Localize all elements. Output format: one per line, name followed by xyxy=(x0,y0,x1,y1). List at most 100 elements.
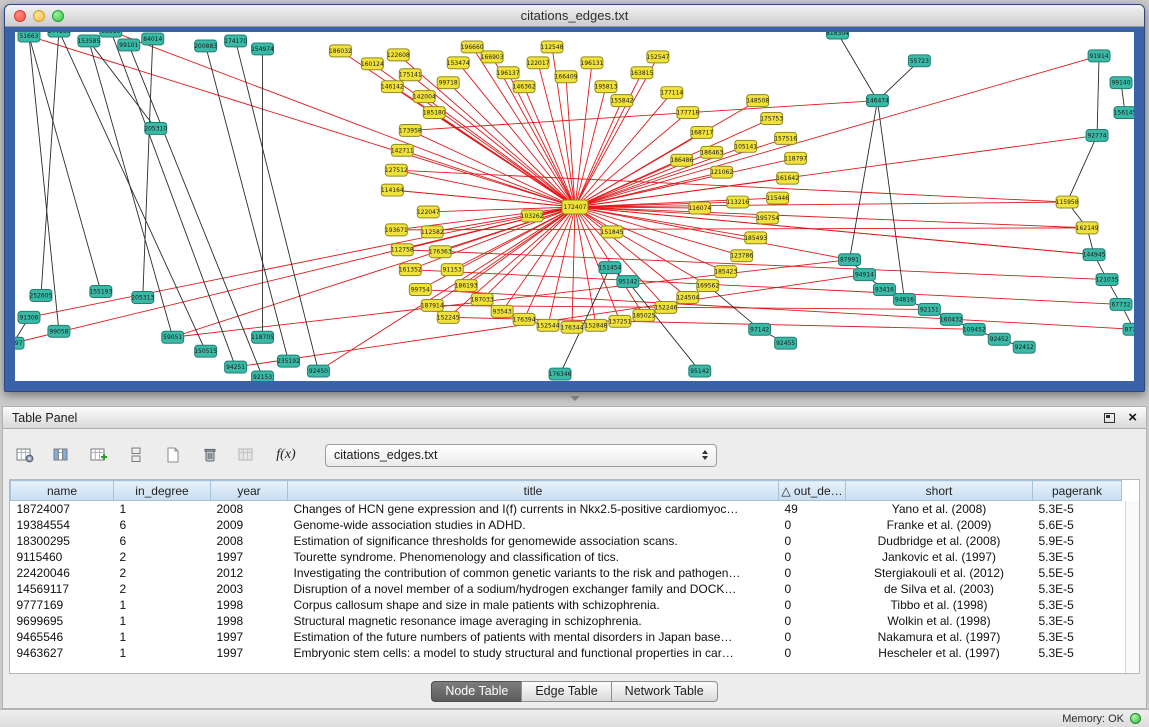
table-cell[interactable]: 5.9E-5 xyxy=(1033,533,1122,549)
graph-edge[interactable] xyxy=(575,56,1099,207)
table-cell[interactable]: 6 xyxy=(114,517,211,533)
graph-node[interactable]: 166409 xyxy=(555,71,578,83)
table-cell[interactable]: 1998 xyxy=(211,613,288,629)
graph-edge[interactable] xyxy=(575,101,758,207)
table-cell[interactable]: Estimation of the future numbers of pati… xyxy=(288,629,779,645)
graph-edge[interactable] xyxy=(548,207,575,325)
graph-node[interactable]: 156145 xyxy=(1114,107,1134,119)
new-table-icon[interactable] xyxy=(159,441,187,469)
table-cell[interactable]: 9777169 xyxy=(11,597,114,613)
table-cell[interactable]: 2 xyxy=(114,565,211,581)
graph-node[interactable]: 152848 xyxy=(585,319,608,331)
network-canvas[interactable]: 1724071860321601241226081751411461421420… xyxy=(15,32,1134,381)
graph-node[interactable]: 148508 xyxy=(746,95,769,107)
table-cell[interactable]: 49 xyxy=(779,501,846,518)
graph-edge[interactable] xyxy=(575,207,708,286)
graph-edge[interactable] xyxy=(575,207,1087,228)
graph-edge[interactable] xyxy=(143,39,153,298)
graph-node[interactable]: 187914 xyxy=(421,299,444,311)
graph-node[interactable]: 196137 xyxy=(497,67,520,79)
graph-edge[interactable] xyxy=(566,77,575,207)
window-titlebar[interactable]: citations_edges.txt xyxy=(5,5,1144,27)
graph-edge[interactable] xyxy=(129,45,263,377)
table-cell[interactable]: Disruption of a novel member of a sodium… xyxy=(288,581,779,597)
table-cell[interactable]: 9463627 xyxy=(11,645,114,661)
graph-node[interactable]: 185180 xyxy=(423,107,446,119)
graph-node[interactable]: 92153 xyxy=(252,371,274,381)
graph-node[interactable]: 94816 xyxy=(893,294,915,306)
table-row[interactable]: 969969511998Structural magnetic resonanc… xyxy=(11,613,1122,629)
graph-edge[interactable] xyxy=(572,207,575,327)
graph-node[interactable]: 166903 xyxy=(481,51,504,63)
graph-node[interactable]: 95142 xyxy=(689,365,711,377)
graph-node[interactable]: 123786 xyxy=(730,250,753,262)
graph-node[interactable]: 168717 xyxy=(690,126,713,138)
table-cell[interactable]: 0 xyxy=(779,645,846,661)
graph-node[interactable]: 195754 xyxy=(756,212,779,224)
table-cell[interactable]: Nakamura et al. (1997) xyxy=(846,629,1033,645)
graph-edge[interactable] xyxy=(59,32,206,351)
graph-edge[interactable] xyxy=(575,207,596,325)
graph-node[interactable]: 186463 xyxy=(700,146,723,158)
graph-node[interactable]: 185423 xyxy=(714,266,737,278)
graph-node[interactable]: 116074 xyxy=(688,202,711,214)
graph-edge[interactable] xyxy=(838,33,878,101)
table-row[interactable]: 946362711997Embryonic stem cells: a mode… xyxy=(11,645,1122,661)
column-header-3[interactable]: title xyxy=(288,481,779,501)
graph-edge[interactable] xyxy=(1097,56,1099,136)
graph-node[interactable]: 175141 xyxy=(399,69,422,81)
graph-node[interactable]: 146362 xyxy=(513,81,536,93)
table-cell[interactable]: Investigating the contribution of common… xyxy=(288,565,779,581)
graph-node[interactable]: 818304 xyxy=(826,32,849,39)
graph-node[interactable]: 122047 xyxy=(417,206,440,218)
graph-node[interactable]: 152547 xyxy=(646,51,669,63)
table-cell[interactable]: 5.3E-5 xyxy=(1033,581,1122,597)
graph-node[interactable]: 55723 xyxy=(908,55,930,67)
table-cell[interactable]: 0 xyxy=(779,613,846,629)
graph-node[interactable]: 114164 xyxy=(381,184,404,196)
graph-node[interactable]: 118797 xyxy=(784,152,807,164)
table-cell[interactable]: 6 xyxy=(114,533,211,549)
graph-node[interactable]: 59051 xyxy=(162,331,184,343)
graph-edge[interactable] xyxy=(29,36,101,292)
graph-node[interactable]: 109452 xyxy=(963,323,986,335)
table-cell[interactable]: Embryonic stem cells: a model to study s… xyxy=(288,645,779,661)
table-cell[interactable]: 2012 xyxy=(211,565,288,581)
graph-node[interactable]: 152245 xyxy=(437,311,460,323)
graph-node[interactable]: 176344 xyxy=(561,321,584,333)
table-cell[interactable]: de Silva et al. (2003) xyxy=(846,581,1033,597)
graph-node[interactable]: 176394 xyxy=(513,313,536,325)
table-cell[interactable]: 2009 xyxy=(211,517,288,533)
graph-node[interactable]: 95142 xyxy=(617,276,639,288)
graph-node[interactable]: 196131 xyxy=(581,57,604,69)
graph-edge[interactable] xyxy=(575,207,726,272)
minimize-window-button[interactable] xyxy=(33,10,45,22)
graph-node[interactable]: 161642 xyxy=(776,172,799,184)
graph-node[interactable]: 205310 xyxy=(144,122,167,134)
graph-edge[interactable] xyxy=(538,63,575,207)
graph-node[interactable]: 91153 xyxy=(441,264,463,276)
delete-table-icon[interactable] xyxy=(196,441,224,469)
graph-node[interactable]: 160124 xyxy=(361,58,384,70)
row-height-icon[interactable] xyxy=(122,441,150,469)
graph-node[interactable]: 88518 xyxy=(100,32,122,37)
table-cell[interactable]: 9115460 xyxy=(11,549,114,565)
graph-edge[interactable] xyxy=(398,55,575,207)
graph-node[interactable]: 144945 xyxy=(1083,249,1106,261)
graph-node[interactable]: 93543 xyxy=(491,305,513,317)
graph-edge[interactable] xyxy=(41,32,59,295)
graph-node[interactable]: 186486 xyxy=(670,154,693,166)
graph-node[interactable]: 112548 xyxy=(541,41,564,53)
graph-node[interactable]: 85197 xyxy=(15,337,24,349)
graph-node[interactable]: 124504 xyxy=(676,292,699,304)
graph-node[interactable]: 121062 xyxy=(710,166,733,178)
graph-node[interactable]: 103262 xyxy=(521,210,544,222)
graph-edge[interactable] xyxy=(396,228,1087,230)
graph-node[interactable]: 99718 xyxy=(437,77,459,89)
graph-node[interactable]: 196660 xyxy=(461,41,484,53)
network-graph[interactable]: 1724071860321601241226081751411461421420… xyxy=(15,32,1134,381)
graph-edge[interactable] xyxy=(850,101,878,260)
graph-node[interactable]: 146474 xyxy=(866,95,889,107)
table-cell[interactable]: 1997 xyxy=(211,549,288,565)
graph-node[interactable]: 150515 xyxy=(194,345,217,357)
